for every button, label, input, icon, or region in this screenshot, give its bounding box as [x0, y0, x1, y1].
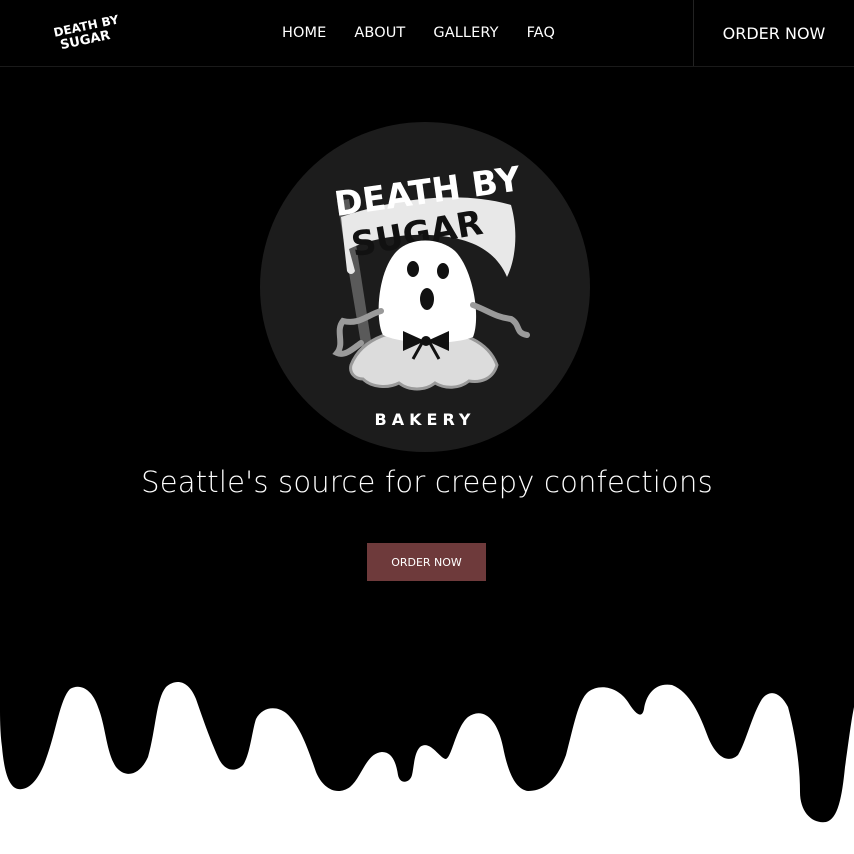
- nav-faq[interactable]: FAQ: [527, 25, 555, 41]
- header-logo[interactable]: DEATH BY SUGAR: [52, 6, 122, 58]
- hero-section: DEATH BY SUGAR BAKERY Seattle's source f…: [0, 67, 854, 854]
- page: DEATH BY SUGAR HOME ABOUT GALLERY FAQ OR…: [0, 0, 854, 854]
- nav-about[interactable]: ABOUT: [354, 25, 405, 41]
- nav-gallery[interactable]: GALLERY: [433, 25, 498, 41]
- hero-tagline: Seattle's source for creepy confections: [141, 465, 713, 499]
- site-header: DEATH BY SUGAR HOME ABOUT GALLERY FAQ OR…: [0, 0, 854, 67]
- main-nav: HOME ABOUT GALLERY FAQ: [282, 0, 583, 66]
- badge-subtitle: BAKERY: [375, 410, 476, 429]
- header-order-button[interactable]: ORDER NOW: [723, 24, 826, 43]
- bakery-logo-badge: DEATH BY SUGAR BAKERY: [260, 122, 590, 452]
- header-order-box: ORDER NOW: [693, 0, 854, 66]
- hero-order-button[interactable]: ORDER NOW: [367, 543, 486, 581]
- nav-home[interactable]: HOME: [282, 25, 326, 41]
